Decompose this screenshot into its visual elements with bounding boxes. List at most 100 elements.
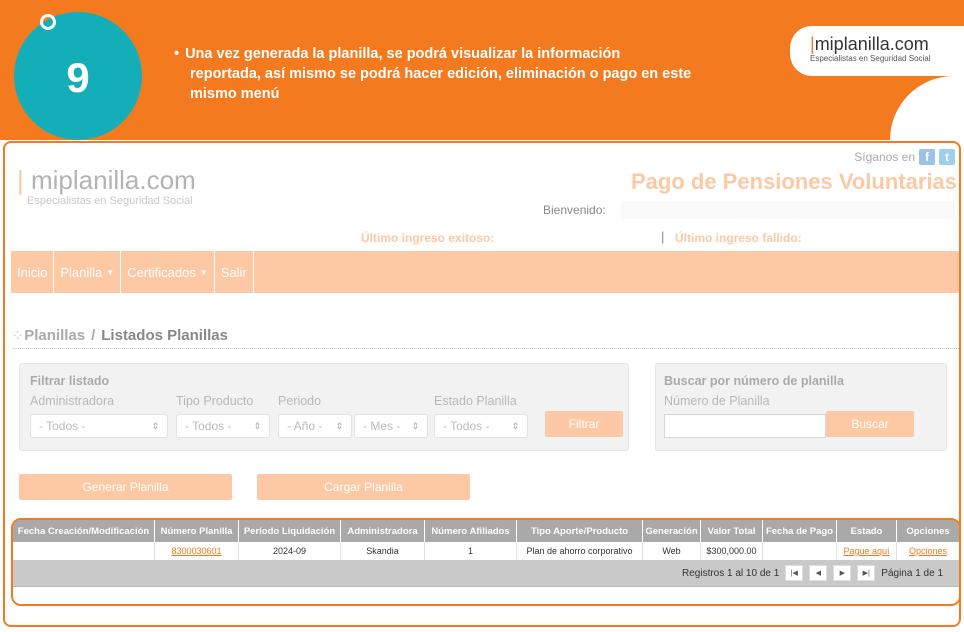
step-dot-icon xyxy=(40,14,56,30)
col-estado: Estado xyxy=(837,520,897,542)
breadcrumb-current: Listados Planillas xyxy=(101,327,228,344)
table-pager: Registros 1 al 10 de 1 |◀ ◀ ▶ ▶| Página … xyxy=(13,560,959,586)
welcome-user-value xyxy=(621,201,955,219)
select-arrows-icon: ⇕ xyxy=(253,420,261,431)
col-tipo-aporte: Tipo Aporte/Producto xyxy=(517,520,643,542)
search-field-label: Número de Planilla xyxy=(664,394,770,408)
nav-salir-label: Salir xyxy=(220,264,247,280)
welcome-label: Bienvenido: xyxy=(543,203,606,217)
nav-certificados-label: Certificados xyxy=(127,264,196,280)
cell-generacion: Web xyxy=(643,542,701,560)
cell-numero-afiliados: 1 xyxy=(425,542,517,560)
anio-select[interactable]: - Año - ⇕ xyxy=(278,414,352,438)
app-logo-brand: miplanilla.com xyxy=(30,165,196,195)
estado-planilla-select[interactable]: - Todos - ⇕ xyxy=(434,414,528,438)
filter-panel: Filtrar listado Administradora Tipo Prod… xyxy=(19,363,629,451)
nav-planilla-label: Planilla xyxy=(60,264,103,280)
planilla-number-link[interactable]: 8300030601 xyxy=(171,546,221,556)
options-link[interactable]: Opciones xyxy=(909,546,947,556)
banner-logo-brand: miplanilla.com xyxy=(814,34,929,54)
nav-inicio-label: Inicio xyxy=(17,264,48,280)
cell-estado: Pague aquí xyxy=(837,542,897,560)
administradora-select[interactable]: - Todos - ⇕ xyxy=(30,414,168,438)
administradora-value: - Todos - xyxy=(39,419,86,433)
facebook-icon[interactable]: f xyxy=(919,149,935,165)
upload-planilla-button[interactable]: Cargar Planilla xyxy=(257,474,470,500)
logo-bar-icon: | xyxy=(17,165,31,195)
instruction-line-2: reportada, así mismo se podrá hacer edic… xyxy=(190,66,692,82)
step-number-badge: 9 xyxy=(14,12,142,140)
select-arrows-icon: ⇕ xyxy=(511,420,519,431)
estado-planilla-value: - Todos - xyxy=(443,419,490,433)
twitter-icon[interactable]: t xyxy=(939,149,955,165)
planilla-number-input[interactable] xyxy=(664,414,826,438)
mes-select[interactable]: - Mes - ⇕ xyxy=(354,414,428,438)
app-logo[interactable]: | miplanilla.com Especialistas en Seguri… xyxy=(17,165,196,207)
bullet-icon: • xyxy=(174,46,180,62)
col-valor-total: Valor Total xyxy=(701,520,763,542)
col-fecha-creacion: Fecha Creación/Modificación xyxy=(13,520,155,542)
login-separator: | xyxy=(661,229,665,244)
social-follow: Síganos en f t xyxy=(854,149,955,165)
banner-logo: |miplanilla.com Especialistas en Segurid… xyxy=(790,26,964,76)
table-header: Fecha Creación/Modificación Número Plani… xyxy=(13,520,959,542)
col-administradora: Administradora xyxy=(341,520,425,542)
estado-planilla-label: Estado Planilla xyxy=(434,394,517,408)
nav-salir[interactable]: Salir xyxy=(215,251,254,293)
tipo-producto-label: Tipo Producto xyxy=(176,394,254,408)
col-opciones: Opciones xyxy=(897,520,959,542)
administradora-label: Administradora xyxy=(30,394,115,408)
first-page-icon[interactable]: |◀ xyxy=(785,565,804,581)
col-generacion: Generación xyxy=(643,520,701,542)
select-arrows-icon: ⇕ xyxy=(411,420,419,431)
breadcrumb-parent[interactable]: Planillas xyxy=(24,327,85,344)
chevron-down-icon: ▼ xyxy=(199,267,208,277)
search-title: Buscar por número de planilla xyxy=(664,374,844,388)
filter-title: Filtrar listado xyxy=(30,374,110,388)
breadcrumb-divider xyxy=(13,348,959,349)
follow-label: Síganos en xyxy=(854,150,915,164)
generate-planilla-button[interactable]: Generar Planilla xyxy=(19,474,232,500)
cell-fecha-creacion xyxy=(13,542,155,560)
grip-icon: ⁘ xyxy=(13,330,22,342)
cell-fecha-pago xyxy=(763,542,837,560)
col-fecha-pago: Fecha de Pago xyxy=(763,520,837,542)
search-panel: Buscar por número de planilla Número de … xyxy=(655,363,947,451)
main-nav: Inicio Planilla ▼ Certificados ▼ Salir xyxy=(11,251,959,293)
page-title: Pago de Pensiones Voluntarias xyxy=(630,169,957,194)
records-info: Registros 1 al 10 de 1 xyxy=(682,567,780,579)
nav-inicio[interactable]: Inicio xyxy=(11,251,55,293)
last-success-label: Último ingreso exitoso: xyxy=(361,231,495,245)
banner-logo-tagline: Especialistas en Seguridad Social xyxy=(810,54,931,63)
cell-opciones: Opciones xyxy=(897,542,959,560)
page-info: Página 1 de 1 xyxy=(881,567,943,579)
cell-administradora: Skandia xyxy=(341,542,425,560)
app-logo-tagline: Especialistas en Seguridad Social xyxy=(27,195,193,207)
nav-planilla[interactable]: Planilla ▼ xyxy=(54,251,122,293)
last-page-icon[interactable]: ▶| xyxy=(857,565,876,581)
instruction-line-3: mismo menú xyxy=(190,86,280,102)
table-row: 8300030601 2024-09 Skandia 1 Plan de aho… xyxy=(13,542,959,560)
col-numero-afiliados: Número Afiliados xyxy=(425,520,517,542)
step-number: 9 xyxy=(66,54,90,101)
table-footer xyxy=(13,586,959,604)
instruction-line-1: Una vez generada la planilla, se podrá v… xyxy=(185,46,621,62)
next-page-icon[interactable]: ▶ xyxy=(833,565,852,581)
search-button[interactable]: Buscar xyxy=(826,411,914,437)
prev-page-icon[interactable]: ◀ xyxy=(809,565,828,581)
nav-certificados[interactable]: Certificados ▼ xyxy=(121,251,215,293)
tipo-producto-value: - Todos - xyxy=(185,419,232,433)
tipo-producto-select[interactable]: - Todos - ⇕ xyxy=(176,414,270,438)
cell-numero-planilla: 8300030601 xyxy=(155,542,239,560)
step-instruction: • Una vez generada la planilla, se podrá … xyxy=(174,44,754,104)
filter-button[interactable]: Filtrar xyxy=(545,411,623,437)
breadcrumb-separator: / xyxy=(91,327,96,344)
planillas-table: Fecha Creación/Modificación Número Plani… xyxy=(11,518,959,606)
select-arrows-icon: ⇕ xyxy=(335,420,343,431)
mes-value: - Mes - xyxy=(363,419,401,433)
pay-here-link[interactable]: Pague aquí xyxy=(843,546,889,556)
cell-periodo: 2024-09 xyxy=(239,542,341,560)
cell-valor-total: $300,000.00 xyxy=(701,542,763,560)
anio-value: - Año - xyxy=(287,419,323,433)
app-screenshot: Síganos en f t | miplanilla.com Especial… xyxy=(3,141,961,627)
